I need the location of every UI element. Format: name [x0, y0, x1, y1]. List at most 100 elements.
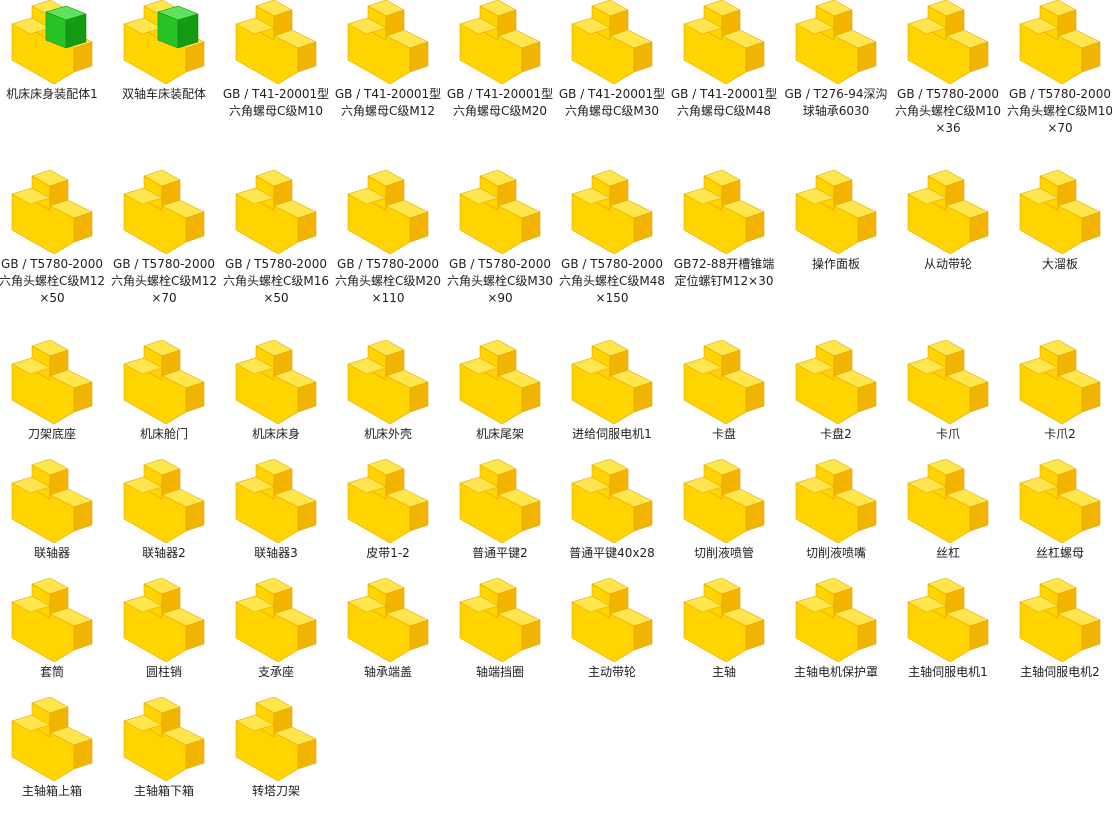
- part-icon: [347, 0, 429, 84]
- file-item-40[interactable]: 丝杠螺母: [1006, 459, 1112, 562]
- file-item-12[interactable]: GB / T5780-2000六角头螺栓C级M12×70: [110, 170, 218, 307]
- file-item-27[interactable]: 卡盘: [670, 340, 778, 443]
- file-item-34[interactable]: 皮带1-2: [334, 459, 442, 562]
- file-item-41[interactable]: 套筒: [0, 578, 106, 681]
- file-item-18[interactable]: 操作面板: [782, 170, 890, 273]
- part-icon: [123, 170, 205, 254]
- part-icon: [347, 170, 429, 254]
- part-icon: [123, 459, 205, 543]
- part-icon: [1019, 0, 1101, 84]
- part-icon: [683, 0, 765, 84]
- file-item-33[interactable]: 联轴器3: [222, 459, 330, 562]
- file-label: GB / T41-20001型六角螺母C级M48: [670, 87, 778, 118]
- file-label: 皮带1-2: [366, 546, 410, 560]
- file-label: 轴承端盖: [363, 665, 412, 679]
- file-item-36[interactable]: 普通平键40x28: [558, 459, 666, 562]
- part-icon: [123, 697, 205, 781]
- file-item-7[interactable]: GB / T41-20001型六角螺母C级M48: [670, 0, 778, 120]
- file-label: GB / T5780-2000六角头螺栓C级M30×90: [446, 257, 553, 305]
- file-item-44[interactable]: 轴承端盖: [334, 578, 442, 681]
- file-label: 转塔刀架: [251, 784, 300, 798]
- part-icon: [347, 578, 429, 662]
- file-item-25[interactable]: 机床尾架: [446, 340, 554, 443]
- part-icon: [459, 0, 541, 84]
- file-item-10[interactable]: GB / T5780-2000六角头螺栓C级M10×70: [1006, 0, 1112, 137]
- file-item-49[interactable]: 主轴伺服电机1: [894, 578, 1002, 681]
- file-item-31[interactable]: 联轴器: [0, 459, 106, 562]
- part-icon: [235, 0, 317, 84]
- file-label: GB / T41-20001型六角螺母C级M30: [558, 87, 666, 118]
- file-item-51[interactable]: 主轴箱上箱: [0, 697, 106, 800]
- file-item-29[interactable]: 卡爪: [894, 340, 1002, 443]
- file-item-20[interactable]: 大溜板: [1006, 170, 1112, 273]
- file-item-42[interactable]: 圆柱销: [110, 578, 218, 681]
- file-item-38[interactable]: 切削液喷嘴: [782, 459, 890, 562]
- part-icon: [683, 459, 765, 543]
- part-icon: [571, 340, 653, 424]
- file-item-48[interactable]: 主轴电机保护罩: [782, 578, 890, 681]
- file-item-3[interactable]: GB / T41-20001型六角螺母C级M10: [222, 0, 330, 120]
- file-item-35[interactable]: 普通平键2: [446, 459, 554, 562]
- file-item-30[interactable]: 卡爪2: [1006, 340, 1112, 443]
- file-item-39[interactable]: 丝杠: [894, 459, 1002, 562]
- part-icon: [1019, 578, 1101, 662]
- file-item-28[interactable]: 卡盘2: [782, 340, 890, 443]
- file-item-46[interactable]: 主动带轮: [558, 578, 666, 681]
- file-item-53[interactable]: 转塔刀架: [222, 697, 330, 800]
- part-icon: [683, 340, 765, 424]
- file-item-19[interactable]: 从动带轮: [894, 170, 1002, 273]
- file-item-47[interactable]: 主轴: [670, 578, 778, 681]
- file-label: GB / T5780-2000六角头螺栓C级M16×50: [222, 257, 329, 305]
- file-item-50[interactable]: 主轴伺服电机2: [1006, 578, 1112, 681]
- file-label: 机床床身装配体1: [6, 87, 98, 101]
- file-item-37[interactable]: 切削液喷管: [670, 459, 778, 562]
- file-label: 进给伺服电机1: [572, 427, 652, 441]
- file-item-1[interactable]: 机床床身装配体1: [0, 0, 106, 103]
- file-label: 圆柱销: [145, 665, 182, 679]
- file-item-13[interactable]: GB / T5780-2000六角头螺栓C级M16×50: [222, 170, 330, 307]
- part-icon: [907, 459, 989, 543]
- file-label: GB / T5780-2000六角头螺栓C级M10×36: [894, 87, 1001, 135]
- file-item-17[interactable]: GB72-88开槽锥端定位螺钉M12×30: [670, 170, 778, 290]
- file-item-21[interactable]: 刀架底座: [0, 340, 106, 443]
- file-item-24[interactable]: 机床外壳: [334, 340, 442, 443]
- file-label: 刀架底座: [27, 427, 76, 441]
- file-label: 卡盘2: [820, 427, 852, 441]
- file-item-5[interactable]: GB / T41-20001型六角螺母C级M20: [446, 0, 554, 120]
- part-icon: [571, 0, 653, 84]
- file-item-2[interactable]: 双轴车床装配体: [110, 0, 218, 103]
- file-label: 机床尾架: [475, 427, 524, 441]
- file-item-43[interactable]: 支承座: [222, 578, 330, 681]
- file-label: 机床床身: [251, 427, 300, 441]
- file-item-11[interactable]: GB / T5780-2000六角头螺栓C级M12×50: [0, 170, 106, 307]
- file-label: 从动带轮: [923, 257, 972, 271]
- file-label: 丝杠: [935, 546, 960, 560]
- file-item-26[interactable]: 进给伺服电机1: [558, 340, 666, 443]
- part-icon: [795, 340, 877, 424]
- file-item-9[interactable]: GB / T5780-2000六角头螺栓C级M10×36: [894, 0, 1002, 137]
- file-item-6[interactable]: GB / T41-20001型六角螺母C级M30: [558, 0, 666, 120]
- file-label: 主轴电机保护罩: [793, 665, 878, 679]
- file-item-23[interactable]: 机床床身: [222, 340, 330, 443]
- file-item-52[interactable]: 主轴箱下箱: [110, 697, 218, 800]
- file-item-14[interactable]: GB / T5780-2000六角头螺栓C级M20×110: [334, 170, 442, 307]
- file-label: 主轴伺服电机1: [908, 665, 988, 679]
- part-icon: [459, 578, 541, 662]
- file-item-45[interactable]: 轴端挡圈: [446, 578, 554, 681]
- part-icon: [571, 459, 653, 543]
- file-item-32[interactable]: 联轴器2: [110, 459, 218, 562]
- file-label: 轴端挡圈: [475, 665, 524, 679]
- file-item-4[interactable]: GB / T41-20001型六角螺母C级M12: [334, 0, 442, 120]
- file-item-8[interactable]: GB / T276-94深沟球轴承6030: [782, 0, 890, 120]
- file-item-16[interactable]: GB / T5780-2000六角头螺栓C级M48×150: [558, 170, 666, 307]
- file-item-22[interactable]: 机床舱门: [110, 340, 218, 443]
- file-item-15[interactable]: GB / T5780-2000六角头螺栓C级M30×90: [446, 170, 554, 307]
- part-icon: [907, 578, 989, 662]
- file-label: GB / T276-94深沟球轴承6030: [784, 87, 888, 118]
- part-icon: [235, 170, 317, 254]
- file-label: 普通平键40x28: [569, 546, 655, 560]
- part-icon: [459, 340, 541, 424]
- file-label: 卡爪2: [1044, 427, 1076, 441]
- file-label: 主轴箱上箱: [21, 784, 82, 798]
- file-label: GB / T5780-2000六角头螺栓C级M10×70: [1006, 87, 1112, 135]
